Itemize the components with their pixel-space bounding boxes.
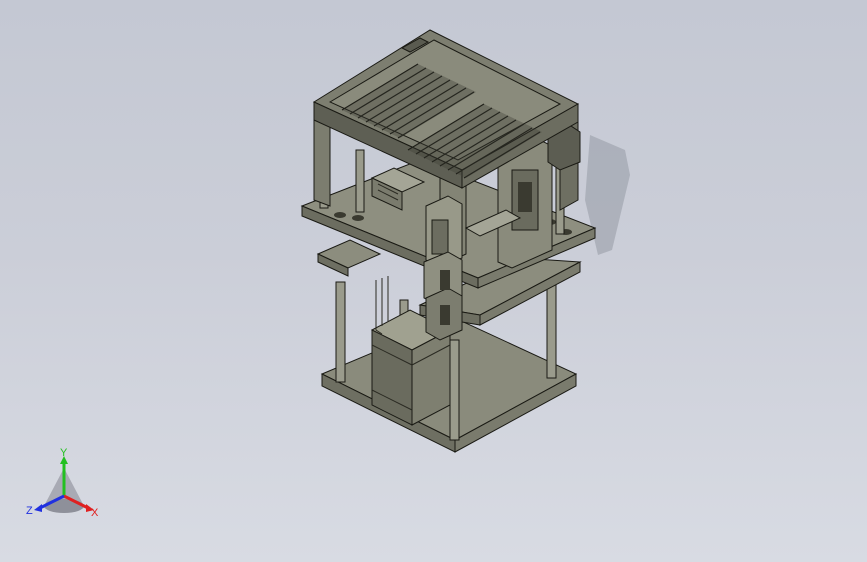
z-axis-label: Z — [26, 505, 33, 517]
graphics-viewport[interactable]: Y X Z — [0, 0, 867, 562]
y-axis-label: Y — [60, 447, 68, 459]
cad-model-assembly[interactable] — [0, 0, 867, 562]
z-axis-arrow — [34, 504, 42, 512]
orientation-triad[interactable]: Y X Z — [24, 446, 106, 526]
x-axis-label: X — [91, 507, 99, 519]
actuator-column — [423, 195, 463, 341]
